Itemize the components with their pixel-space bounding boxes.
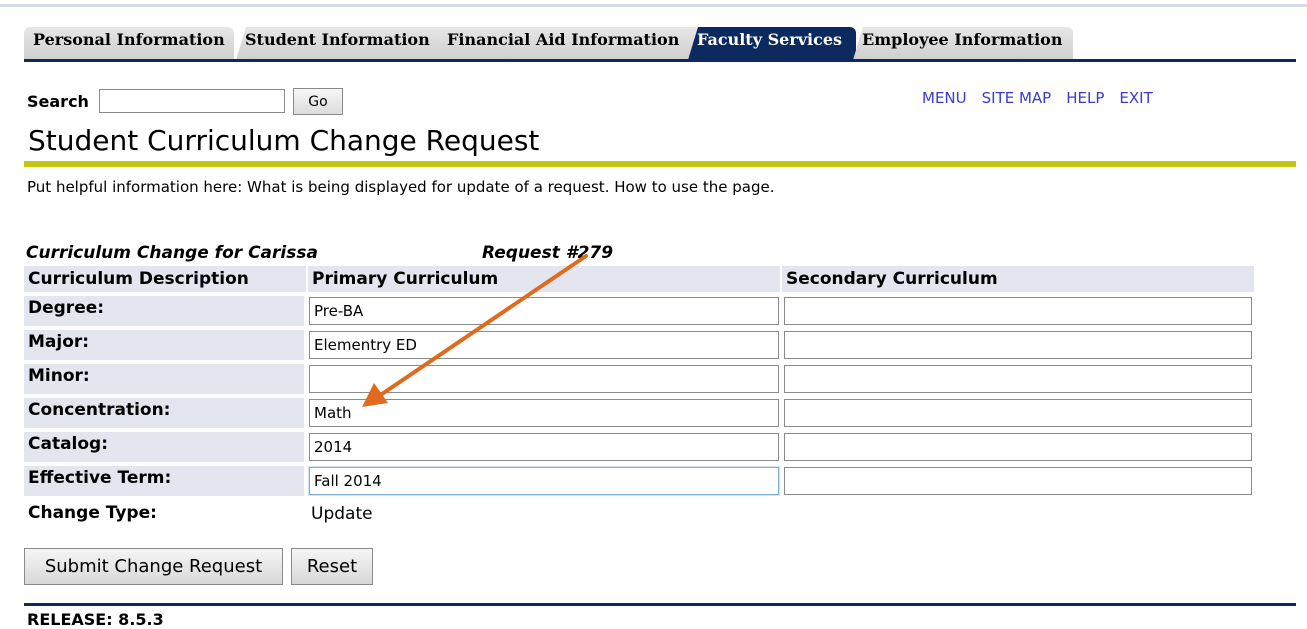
- top-links: MENU SITE MAP HELP EXIT: [922, 89, 1168, 107]
- tab-financial-aid-information[interactable]: Financial Aid Information: [438, 27, 706, 60]
- top-divider: [0, 4, 1307, 7]
- curriculum-grid: Curriculum Description Primary Curriculu…: [24, 266, 1254, 536]
- major-label: Major:: [24, 330, 304, 360]
- menu-link[interactable]: MENU: [922, 89, 967, 107]
- site-map-link[interactable]: SITE MAP: [982, 89, 1052, 107]
- title-divider: [24, 161, 1296, 167]
- catalog-label: Catalog:: [24, 432, 304, 462]
- go-button[interactable]: Go: [293, 88, 343, 115]
- effective-term-secondary-input[interactable]: [784, 467, 1252, 495]
- concentration-label: Concentration:: [24, 398, 304, 428]
- degree-label: Degree:: [24, 296, 304, 326]
- info-text: Put helpful information here: What is be…: [27, 178, 775, 196]
- change-type-value: Update: [311, 504, 373, 524]
- header-primary-curriculum: Primary Curriculum: [308, 266, 780, 292]
- tab-employee-information[interactable]: Employee Information: [853, 27, 1073, 60]
- minor-label: Minor:: [24, 364, 304, 394]
- exit-link[interactable]: EXIT: [1119, 89, 1152, 107]
- concentration-primary-input[interactable]: [309, 399, 779, 427]
- concentration-secondary-input[interactable]: [784, 399, 1252, 427]
- tab-faculty-services[interactable]: Faculty Services: [688, 27, 856, 60]
- tab-personal-information[interactable]: Personal Information: [24, 27, 234, 60]
- page-title: Student Curriculum Change Request: [28, 124, 540, 157]
- degree-secondary-input[interactable]: [784, 297, 1252, 325]
- header-secondary-curriculum: Secondary Curriculum: [782, 266, 1254, 292]
- header-curriculum-description: Curriculum Description: [24, 266, 306, 292]
- catalog-primary-input[interactable]: [309, 433, 779, 461]
- search-input[interactable]: [99, 89, 285, 113]
- change-type-label: Change Type:: [28, 503, 157, 523]
- footer-divider: [24, 603, 1296, 606]
- request-number: Request #279: [482, 243, 614, 263]
- search-label: Search: [27, 92, 89, 111]
- help-link[interactable]: HELP: [1066, 89, 1104, 107]
- effective-term-primary-input[interactable]: [309, 467, 779, 495]
- section-heading: Curriculum Change for Carissa Request #2…: [26, 243, 613, 263]
- curriculum-change-heading: Curriculum Change for Carissa: [26, 243, 318, 263]
- main-tabs: Personal Information Student Information…: [24, 27, 1304, 60]
- tab-underline: [24, 59, 1296, 62]
- reset-button[interactable]: Reset: [291, 548, 373, 585]
- catalog-secondary-input[interactable]: [784, 433, 1252, 461]
- submit-change-request-button[interactable]: Submit Change Request: [24, 548, 283, 585]
- effective-term-label: Effective Term:: [24, 466, 304, 496]
- major-primary-input[interactable]: [309, 331, 779, 359]
- major-secondary-input[interactable]: [784, 331, 1252, 359]
- minor-secondary-input[interactable]: [784, 365, 1252, 393]
- minor-primary-input[interactable]: [309, 365, 779, 393]
- release-version: RELEASE: 8.5.3: [27, 610, 164, 629]
- degree-primary-input[interactable]: [309, 297, 779, 325]
- tab-student-information[interactable]: Student Information: [236, 27, 456, 60]
